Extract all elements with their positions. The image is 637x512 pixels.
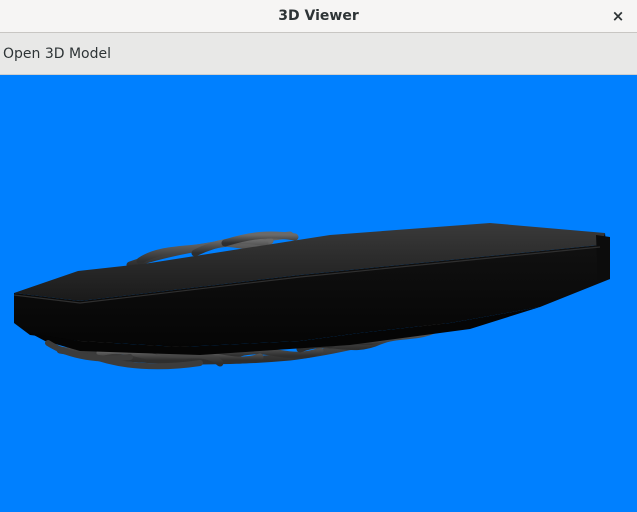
window-title: 3D Viewer [278,8,359,24]
hull [13,223,610,355]
menu-bar: Open 3D Model [0,33,637,75]
3d-model-render [13,223,610,370]
open-3d-model-menu-item[interactable]: Open 3D Model [3,33,111,75]
close-button[interactable]: × [607,5,629,27]
3d-viewport[interactable] [0,75,637,512]
app-window: 3D Viewer × Open 3D Model [0,0,637,512]
close-icon: × [611,7,625,25]
title-bar: 3D Viewer × [0,0,637,33]
